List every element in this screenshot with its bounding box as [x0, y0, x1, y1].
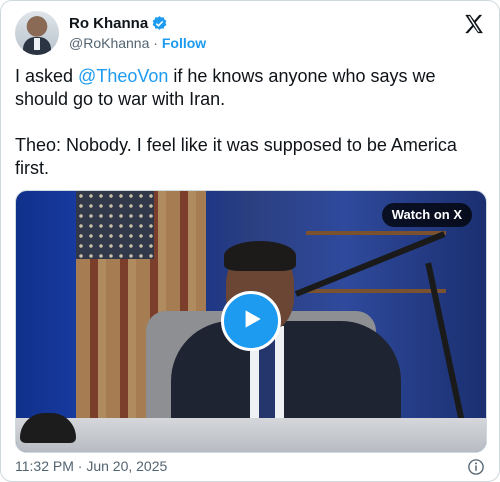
mention-link[interactable]: @TheoVon: [78, 66, 168, 86]
avatar-shirt: [34, 38, 40, 50]
tweet-header: Ro Khanna @RoKhanna · Follow: [15, 11, 485, 59]
play-button[interactable]: [221, 291, 281, 351]
tweet-footer: 11:32 PM · Jun 20, 2025: [15, 458, 485, 478]
author-avatar[interactable]: [15, 11, 59, 55]
author-handle-row: @RoKhanna · Follow: [69, 35, 206, 51]
watch-on-x-button[interactable]: Watch on X: [381, 203, 472, 227]
follow-button[interactable]: Follow: [162, 35, 206, 51]
tweet-text-before: I asked: [15, 66, 79, 86]
author-name-row: Ro Khanna: [69, 15, 168, 32]
info-icon[interactable]: [467, 458, 485, 476]
studio-table: [16, 418, 486, 452]
tweet-text: I asked @TheoVon if he knows anyone who …: [15, 65, 485, 180]
play-icon: [238, 306, 264, 337]
flag-stars: [76, 191, 154, 259]
x-logo-icon[interactable]: [463, 13, 485, 35]
verified-badge-icon: [151, 15, 168, 32]
author-handle[interactable]: @RoKhanna: [69, 35, 149, 51]
video-thumbnail[interactable]: Watch on X: [15, 190, 487, 453]
tweet-embed-card[interactable]: Ro Khanna @RoKhanna · Follow I asked @Th…: [0, 0, 500, 482]
handle-separator: ·: [153, 35, 158, 51]
person-hair: [224, 241, 296, 271]
author-name[interactable]: Ro Khanna: [69, 15, 148, 32]
tweet-timestamp[interactable]: 11:32 PM · Jun 20, 2025: [15, 458, 167, 474]
